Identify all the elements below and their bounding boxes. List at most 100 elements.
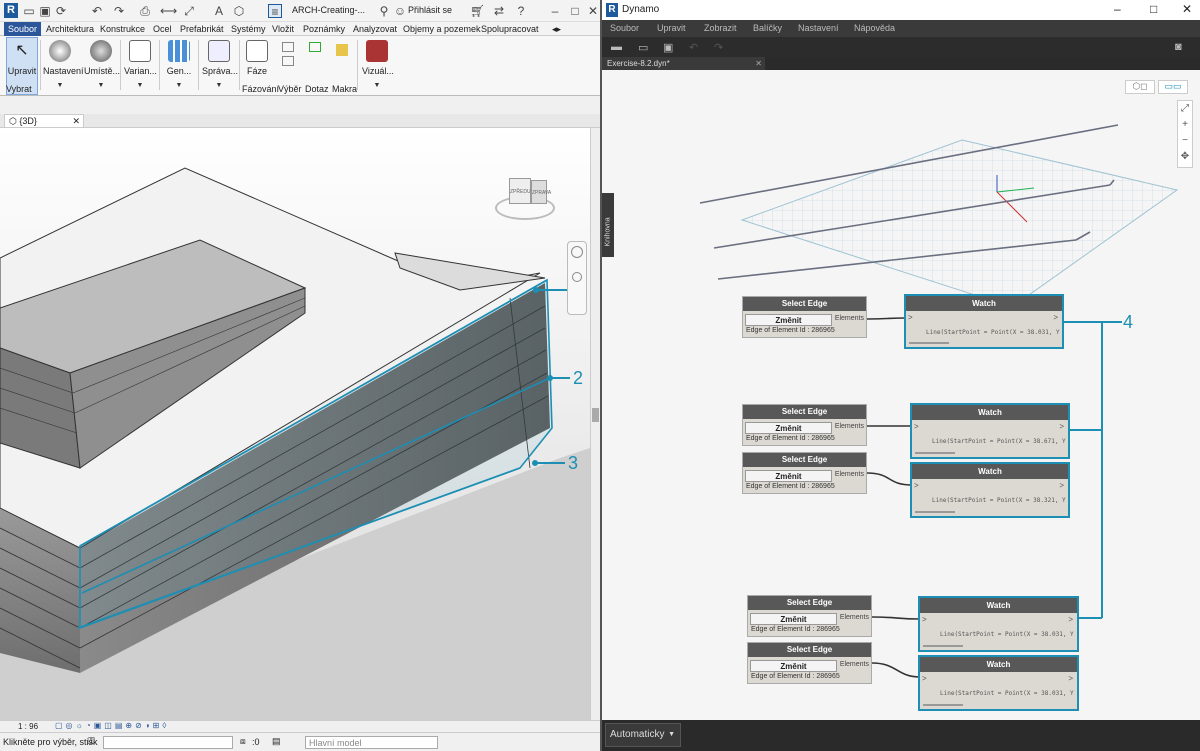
change-selection-button[interactable]: Změnit bbox=[745, 314, 832, 326]
tab-file[interactable]: Soubor bbox=[4, 22, 42, 36]
view-scale[interactable]: 1 : 96 bbox=[18, 722, 38, 731]
menu-edit[interactable]: Upravit bbox=[657, 23, 686, 33]
design-options-icon[interactable]: ▤ bbox=[272, 736, 281, 747]
watch-output-port[interactable]: > bbox=[1068, 674, 1073, 683]
tab-structure[interactable]: Konstrukce bbox=[100, 23, 145, 36]
viewcube-top[interactable]: ZPŘEDU bbox=[509, 178, 531, 204]
watch-scrollbar[interactable] bbox=[923, 645, 963, 647]
select-edge-node[interactable]: Select Edge Změnit Elements Edge of Elem… bbox=[742, 452, 867, 494]
dimension-icon[interactable]: ⤢ bbox=[182, 4, 196, 18]
help-icon[interactable]: ? bbox=[514, 4, 528, 18]
select-tool-icon[interactable] bbox=[282, 56, 294, 66]
maximize-icon[interactable]: □ bbox=[1150, 2, 1157, 16]
new-file-icon[interactable]: ▬ bbox=[611, 41, 622, 53]
watch-node[interactable]: Watch > > Line(StartPoint = Point(X = 38… bbox=[918, 655, 1079, 711]
3d-view-icon[interactable]: ⬡ bbox=[232, 4, 246, 18]
watch-input-port[interactable]: > bbox=[922, 615, 927, 624]
tab-massing[interactable]: Objemy a pozemek bbox=[403, 23, 481, 36]
switch-windows-icon[interactable]: ≡ bbox=[268, 4, 282, 19]
manage-button[interactable]: Správa... ▼ bbox=[202, 38, 238, 94]
elements-output-port[interactable]: Elements bbox=[840, 661, 869, 668]
close-icon[interactable]: ✕ bbox=[586, 4, 600, 18]
macro-icon[interactable] bbox=[336, 44, 348, 56]
sync-icon[interactable]: ⟳ bbox=[54, 4, 68, 18]
inquiry-icon[interactable] bbox=[309, 42, 321, 52]
redo-icon[interactable]: ↷ bbox=[112, 4, 126, 18]
print-icon[interactable]: ⎙ bbox=[138, 4, 152, 18]
dynamo-canvas[interactable]: Knihovna ⬡◻ ▭▭ ⤢ + − ✥ 4 Select Edge Změ… bbox=[602, 70, 1200, 720]
redo-icon[interactable]: ↷ bbox=[714, 41, 723, 54]
watch-input-port[interactable]: > bbox=[914, 422, 919, 431]
open-file-icon[interactable]: ▭ bbox=[638, 41, 648, 54]
watch-input-port[interactable]: > bbox=[922, 674, 927, 683]
cart-icon[interactable]: 🛒︎ bbox=[470, 4, 485, 18]
viewcube[interactable]: ZPŘEDU ZPRAVA bbox=[495, 178, 555, 223]
close-icon[interactable]: ✕ bbox=[1182, 2, 1192, 16]
camera-icon[interactable]: ◙ bbox=[1175, 41, 1182, 53]
navigation-bar[interactable] bbox=[567, 241, 587, 315]
watch-output-port[interactable]: > bbox=[1059, 422, 1064, 431]
visual-button[interactable]: Vizuál... ▼ bbox=[362, 38, 394, 94]
menu-help[interactable]: Nápověda bbox=[854, 23, 895, 33]
viewcube-right[interactable]: ZPRAVA bbox=[531, 180, 551, 204]
view-control-icons[interactable]: ▢◎☼◔▣◫▤⊕⊘◑⊞◊ bbox=[55, 721, 169, 730]
tab-architecture[interactable]: Architektura bbox=[46, 23, 94, 36]
tab-systems[interactable]: Systémy bbox=[231, 23, 266, 36]
tab-steel[interactable]: Ocel bbox=[153, 23, 172, 36]
exchange-icon[interactable]: ⇄ bbox=[492, 4, 506, 18]
elements-output-port[interactable]: Elements bbox=[840, 614, 869, 621]
menu-file[interactable]: Soubor bbox=[610, 23, 639, 33]
model-dropdown[interactable]: Hlavní model bbox=[305, 736, 438, 749]
elements-output-port[interactable]: Elements bbox=[835, 423, 864, 430]
elements-output-port[interactable]: Elements bbox=[835, 315, 864, 322]
menu-packages[interactable]: Balíčky bbox=[753, 23, 782, 33]
select-edge-node[interactable]: Select Edge Změnit Elements Edge of Elem… bbox=[747, 642, 872, 684]
workset-icon[interactable]: ⚿ bbox=[88, 736, 95, 747]
undo-icon[interactable]: ↶ bbox=[689, 41, 698, 54]
tab-insert[interactable]: Vložit bbox=[272, 23, 294, 36]
tab-precast[interactable]: Prefabrikát bbox=[180, 23, 224, 36]
tab-3d-view[interactable]: ⬡ {3D} ✕ bbox=[4, 114, 84, 128]
minimize-icon[interactable]: – bbox=[1114, 2, 1121, 16]
revit-logo-icon[interactable]: R bbox=[4, 3, 18, 18]
select-tool-icon[interactable] bbox=[282, 42, 294, 52]
design-options-button[interactable]: Varian... ▼ bbox=[124, 38, 157, 94]
select-edge-node[interactable]: Select Edge Změnit Elements Edge of Elem… bbox=[742, 404, 867, 446]
watch-output-port[interactable]: > bbox=[1068, 615, 1073, 624]
watch-node[interactable]: Watch > > Line(StartPoint = Point(X = 38… bbox=[918, 596, 1079, 652]
watch-output-port[interactable]: > bbox=[1059, 481, 1064, 490]
minimize-icon[interactable]: – bbox=[548, 4, 562, 18]
open-icon[interactable]: ▭ bbox=[22, 4, 36, 18]
binoculars-icon[interactable]: ⚲ bbox=[377, 4, 391, 18]
elements-output-port[interactable]: Elements bbox=[835, 471, 864, 478]
ribbon-overflow-icon[interactable]: ◂▸ bbox=[552, 23, 561, 36]
save-icon[interactable]: ▣ bbox=[38, 4, 52, 18]
undo-icon[interactable]: ↶ bbox=[90, 4, 104, 18]
sign-in-link[interactable]: Přihlásit se bbox=[408, 5, 452, 15]
select-edge-node[interactable]: Select Edge Změnit Elements Edge of Elem… bbox=[742, 296, 867, 338]
measure-icon[interactable]: ⟷ bbox=[160, 4, 177, 18]
user-icon[interactable]: ☺ bbox=[393, 4, 407, 18]
change-selection-button[interactable]: Změnit bbox=[750, 660, 837, 672]
watch-input-port[interactable]: > bbox=[914, 481, 919, 490]
change-selection-button[interactable]: Změnit bbox=[745, 422, 832, 434]
generative-button[interactable]: Gen... ▼ bbox=[164, 38, 194, 94]
change-selection-button[interactable]: Změnit bbox=[750, 613, 837, 625]
watch-node[interactable]: Watch > > Line(StartPoint = Point(X = 38… bbox=[904, 294, 1064, 349]
maximize-icon[interactable]: □ bbox=[568, 4, 582, 18]
viewport-scrollbar[interactable] bbox=[590, 128, 600, 720]
tab-exercise-file[interactable]: Exercise-8.2.dyn* ✕ bbox=[602, 57, 765, 70]
menu-view[interactable]: Zobrazit bbox=[704, 23, 737, 33]
watch-scrollbar[interactable] bbox=[923, 704, 963, 706]
select-edge-node[interactable]: Select Edge Změnit Elements Edge of Elem… bbox=[747, 595, 872, 637]
watch-output-port[interactable]: > bbox=[1053, 313, 1058, 322]
watch-node[interactable]: Watch > > Line(StartPoint = Point(X = 38… bbox=[910, 403, 1070, 459]
place-button[interactable]: Umístě... ▼ bbox=[84, 38, 120, 94]
select-dropdown[interactable]: Vybrat bbox=[6, 84, 32, 94]
save-icon[interactable]: ▣ bbox=[663, 41, 673, 54]
watch-input-port[interactable]: > bbox=[908, 313, 913, 322]
workset-dropdown[interactable] bbox=[103, 736, 233, 749]
zoom-icon[interactable] bbox=[572, 272, 582, 282]
run-mode-dropdown[interactable]: Automaticky ▼ bbox=[605, 723, 681, 747]
close-tab-icon[interactable]: ✕ bbox=[72, 115, 80, 127]
